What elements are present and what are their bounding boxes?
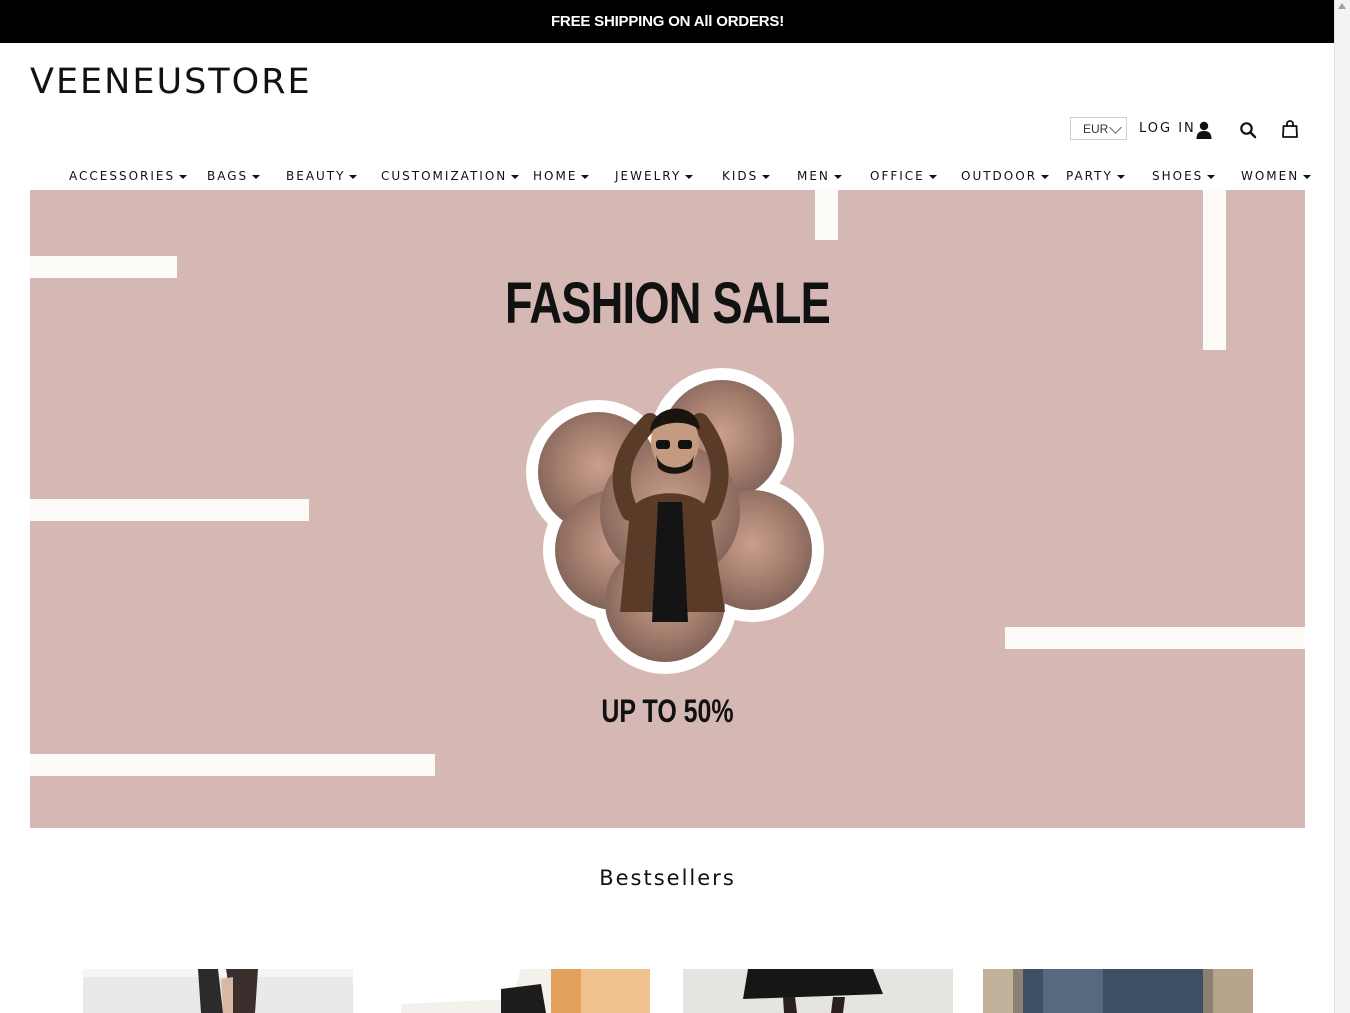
hero-title: FASHION SALE (505, 271, 831, 336)
bestsellers-title: Bestsellers (599, 866, 736, 890)
caret-down-icon (1116, 174, 1125, 179)
caret-down-icon (581, 174, 590, 179)
nav-label: CUSTOMIZATION (381, 169, 508, 183)
nav-item-men[interactable]: MEN (797, 164, 842, 188)
scroll-up-arrow-icon[interactable] (1338, 3, 1346, 9)
announcement-text: FREE SHIPPING ON All ORDERS! (550, 13, 785, 30)
nav-label: OFFICE (870, 169, 925, 183)
decorative-bar (1005, 627, 1305, 649)
caret-down-icon (928, 174, 937, 179)
store-logo[interactable]: VEENEUSTORE (30, 62, 312, 102)
decorative-bar (30, 256, 177, 278)
main-navigation: ACCESSORIES BAGS BEAUTY CUSTOMIZATION HO… (30, 164, 1312, 188)
nav-item-bags[interactable]: BAGS (207, 164, 261, 188)
cart-icon[interactable] (1282, 120, 1298, 138)
hero-subtitle: UP TO 50% (601, 693, 734, 729)
nav-label: ACCESSORIES (69, 169, 176, 183)
product-image (401, 969, 650, 1013)
caret-down-icon (179, 174, 188, 179)
nav-label: BAGS (207, 169, 249, 183)
nav-label: BEAUTY (286, 169, 346, 183)
product-image (983, 969, 1253, 1013)
nav-item-customization[interactable]: CUSTOMIZATION (381, 164, 520, 188)
announcement-bar: FREE SHIPPING ON All ORDERS! (0, 0, 1335, 43)
caret-down-icon (1303, 174, 1312, 179)
product-card[interactable] (683, 969, 953, 1013)
caret-down-icon (349, 174, 358, 179)
currency-selector[interactable]: EUR (1070, 117, 1127, 140)
nav-label: JEWELRY (615, 169, 682, 183)
decorative-bar (815, 190, 838, 240)
product-image (83, 969, 353, 1013)
product-card[interactable] (401, 969, 650, 1013)
hero-banner[interactable]: FASHION SALE UP TO 50% (30, 190, 1305, 828)
nav-label: WOMEN (1241, 169, 1300, 183)
user-icon[interactable] (1196, 121, 1212, 139)
caret-down-icon (511, 174, 520, 179)
caret-down-icon (1041, 174, 1050, 179)
product-card[interactable] (83, 969, 353, 1013)
nav-item-women[interactable]: WOMEN (1241, 164, 1312, 188)
caret-down-icon (252, 174, 261, 179)
product-image (683, 969, 953, 1013)
decorative-bar (30, 754, 435, 776)
vertical-scrollbar[interactable] (1334, 0, 1350, 1013)
caret-down-icon (1207, 174, 1216, 179)
login-link[interactable]: LOG IN (1139, 121, 1196, 136)
nav-label: OUTDOOR (961, 169, 1038, 183)
search-icon[interactable] (1239, 121, 1257, 139)
nav-item-party[interactable]: PARTY (1066, 164, 1125, 188)
nav-label: KIDS (722, 169, 759, 183)
currency-value: EUR (1083, 122, 1109, 136)
nav-item-shoes[interactable]: SHOES (1152, 164, 1216, 188)
decorative-bar (30, 499, 309, 521)
product-card[interactable] (983, 969, 1253, 1013)
nav-item-home[interactable]: HOME (533, 164, 590, 188)
nav-label: PARTY (1066, 169, 1113, 183)
nav-item-beauty[interactable]: BEAUTY (286, 164, 358, 188)
page: FREE SHIPPING ON All ORDERS! VEENEUSTORE… (0, 0, 1335, 1013)
caret-down-icon (685, 174, 694, 179)
nav-label: HOME (533, 169, 578, 183)
nav-item-kids[interactable]: KIDS (722, 164, 771, 188)
decorative-bar (1203, 190, 1226, 350)
hero-model-image (526, 368, 824, 674)
nav-item-outdoor[interactable]: OUTDOOR (961, 164, 1050, 188)
caret-down-icon (762, 174, 771, 179)
nav-item-accessories[interactable]: ACCESSORIES (69, 164, 188, 188)
nav-item-jewelry[interactable]: JEWELRY (615, 164, 694, 188)
caret-down-icon (833, 174, 842, 179)
nav-label: MEN (797, 169, 830, 183)
nav-item-office[interactable]: OFFICE (870, 164, 937, 188)
nav-label: SHOES (1152, 169, 1204, 183)
chevron-down-icon (1109, 121, 1122, 134)
